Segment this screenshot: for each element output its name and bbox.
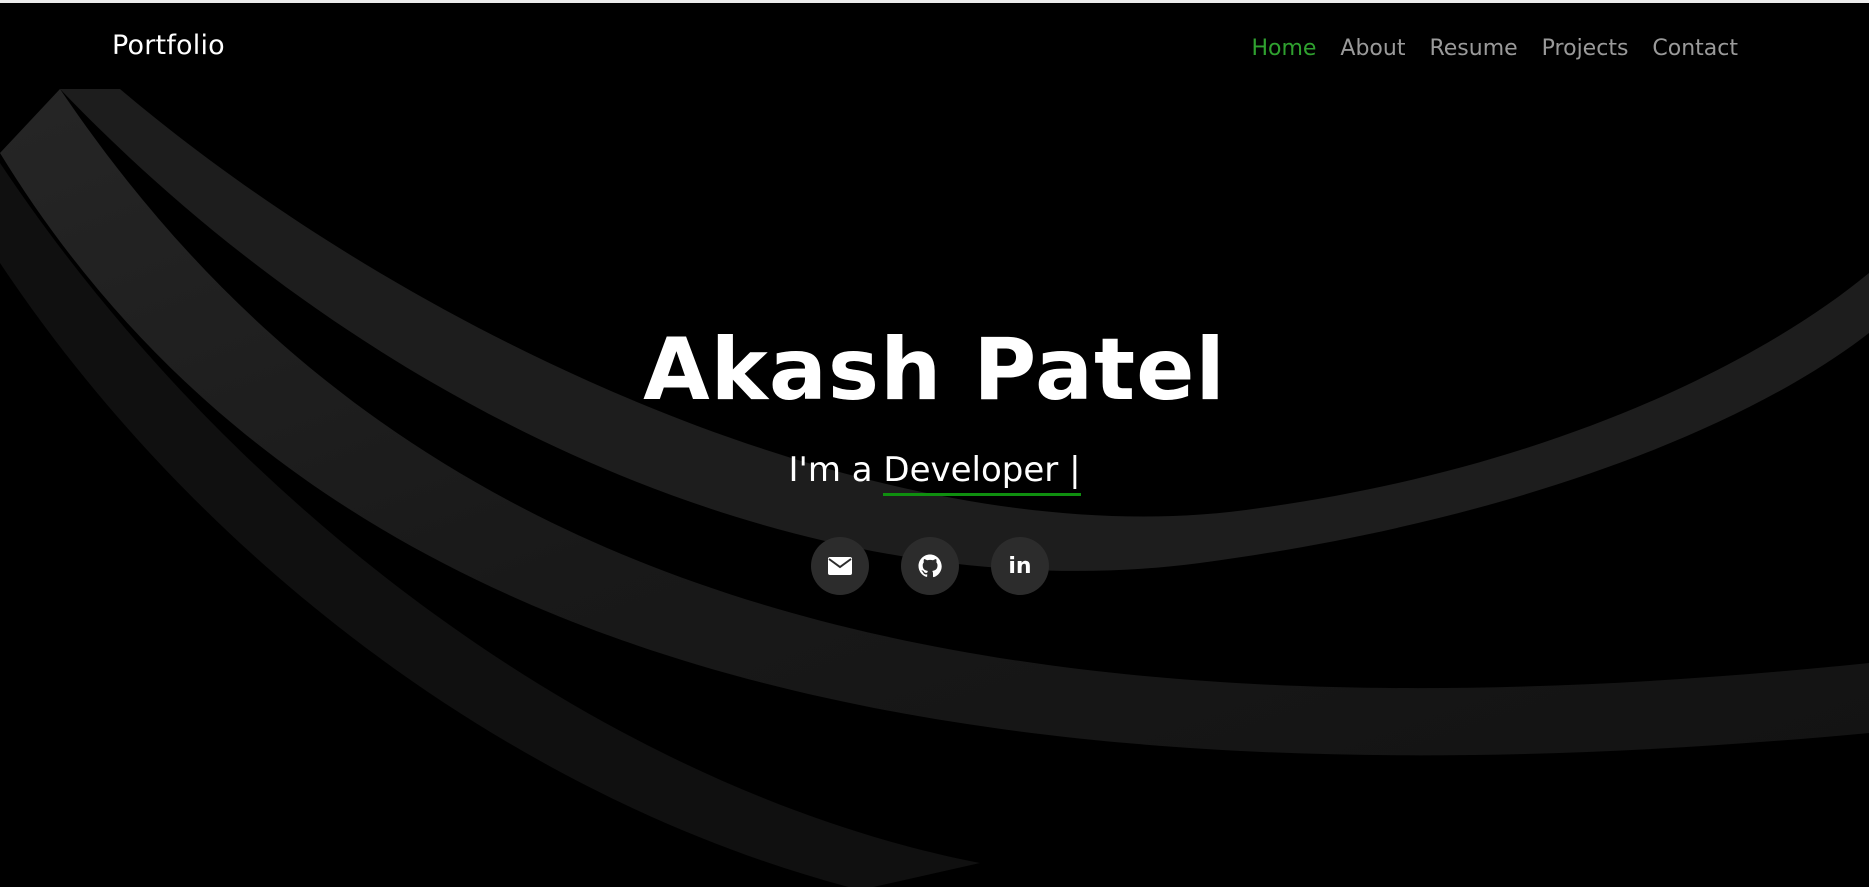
linkedin-icon: in: [1008, 553, 1032, 579]
github-button[interactable]: [901, 537, 959, 595]
email-button[interactable]: [811, 537, 869, 595]
linkedin-button[interactable]: in: [991, 537, 1049, 595]
hero-name: Akash Patel: [643, 320, 1226, 420]
hero-section: Akash Patel I'm a Developer | in: [0, 3, 1869, 887]
hero-subtitle: I'm a Developer |: [0, 450, 1869, 497]
email-icon: [828, 557, 852, 575]
social-links: in: [811, 537, 1049, 595]
typed-role: Developer |: [883, 451, 1081, 497]
page: Portfolio Home About Resume Projects Con…: [0, 0, 1869, 887]
github-icon: [918, 554, 942, 578]
hero-prefix: I'm a: [788, 450, 873, 490]
